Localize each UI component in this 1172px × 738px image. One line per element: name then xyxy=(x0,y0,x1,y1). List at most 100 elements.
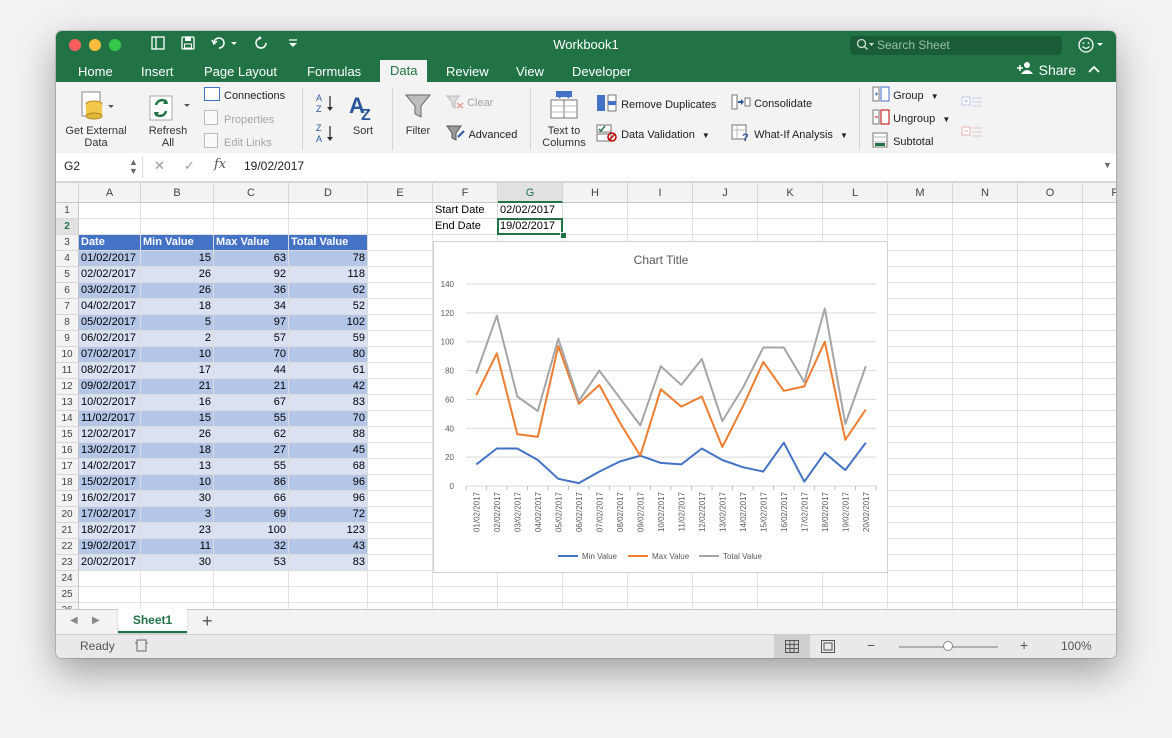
table-cell[interactable]: 42 xyxy=(289,379,368,395)
row-header-16[interactable]: 16 xyxy=(56,443,79,459)
column-header-i[interactable]: I xyxy=(628,183,693,203)
row-header-3[interactable]: 3 xyxy=(56,235,79,251)
table-cell[interactable]: 68 xyxy=(289,459,368,475)
table-cell[interactable]: 15 xyxy=(141,411,214,427)
refresh-all-icon[interactable] xyxy=(148,90,190,129)
table-cell[interactable]: 59 xyxy=(289,331,368,347)
tab-home[interactable]: Home xyxy=(78,62,113,82)
tab-page-layout[interactable]: Page Layout xyxy=(204,62,277,82)
row-header-1[interactable]: 1 xyxy=(56,203,79,219)
select-all-corner[interactable] xyxy=(56,183,79,203)
table-cell[interactable]: 67 xyxy=(214,395,289,411)
connections-button[interactable]: Connections xyxy=(204,87,285,103)
column-header-n[interactable]: N xyxy=(953,183,1018,203)
refresh-all-button[interactable]: Refresh All xyxy=(140,125,196,149)
table-cell[interactable]: 3 xyxy=(141,507,214,523)
table-cell[interactable]: 17/02/2017 xyxy=(79,507,141,523)
table-cell[interactable]: 14/02/2017 xyxy=(79,459,141,475)
table-cell[interactable]: 15/02/2017 xyxy=(79,475,141,491)
table-cell[interactable]: 12/02/2017 xyxy=(79,427,141,443)
sort-za-icon[interactable]: ZA xyxy=(316,122,336,149)
column-header-f[interactable]: F xyxy=(433,183,498,203)
table-cell[interactable]: 15 xyxy=(141,251,214,267)
next-sheet-icon[interactable]: ▶ xyxy=(92,615,100,626)
table-cell[interactable]: 96 xyxy=(289,475,368,491)
table-header-cell[interactable]: Total Value xyxy=(289,235,368,251)
table-cell[interactable]: 18 xyxy=(141,443,214,459)
table-cell[interactable]: 83 xyxy=(289,395,368,411)
row-header-8[interactable]: 8 xyxy=(56,315,79,331)
get-external-data-icon[interactable] xyxy=(78,88,114,129)
tab-insert[interactable]: Insert xyxy=(141,62,174,82)
table-cell[interactable]: 55 xyxy=(214,459,289,475)
column-header-d[interactable]: D xyxy=(289,183,368,203)
text-to-columns-icon[interactable] xyxy=(549,90,579,125)
row-header-23[interactable]: 23 xyxy=(56,555,79,571)
table-cell[interactable]: 17 xyxy=(141,363,214,379)
table-cell[interactable]: 70 xyxy=(214,347,289,363)
table-cell[interactable]: 11/02/2017 xyxy=(79,411,141,427)
row-header-15[interactable]: 15 xyxy=(56,427,79,443)
table-cell[interactable]: 97 xyxy=(214,315,289,331)
table-cell[interactable]: 36 xyxy=(214,283,289,299)
table-cell[interactable]: 08/02/2017 xyxy=(79,363,141,379)
column-header-e[interactable]: E xyxy=(368,183,433,203)
table-cell[interactable]: 53 xyxy=(214,555,289,571)
end-date-label[interactable]: End Date xyxy=(433,219,498,235)
tab-developer[interactable]: Developer xyxy=(572,62,631,82)
table-cell[interactable]: 11 xyxy=(141,539,214,555)
row-header-25[interactable]: 25 xyxy=(56,587,79,603)
table-cell[interactable]: 10 xyxy=(141,347,214,363)
column-header-c[interactable]: C xyxy=(214,183,289,203)
end-date-value[interactable]: 19/02/2017 xyxy=(498,219,563,235)
table-cell[interactable]: 04/02/2017 xyxy=(79,299,141,315)
row-header-17[interactable]: 17 xyxy=(56,459,79,475)
add-sheet-icon[interactable]: + xyxy=(202,611,213,632)
subtotal-button[interactable]: Subtotal xyxy=(872,132,933,149)
line-chart[interactable]: Chart Title 0 20 40 60 80 100 120 140 01/02/2017 0… xyxy=(433,241,888,573)
table-cell[interactable]: 13/02/2017 xyxy=(79,443,141,459)
column-header-o[interactable]: O xyxy=(1018,183,1083,203)
confirm-entry-icon[interactable]: ✓ xyxy=(184,158,195,174)
advanced-filter-button[interactable]: Advanced xyxy=(446,125,517,142)
row-header-11[interactable]: 11 xyxy=(56,363,79,379)
table-cell[interactable]: 21 xyxy=(214,379,289,395)
column-header-g[interactable]: G xyxy=(498,183,563,203)
expand-formula-bar-icon[interactable]: ▼ xyxy=(1103,160,1112,170)
column-header-a[interactable]: A xyxy=(79,183,141,203)
column-header-p[interactable]: P xyxy=(1083,183,1116,203)
table-cell[interactable]: 02/02/2017 xyxy=(79,267,141,283)
properties-button[interactable]: Properties xyxy=(204,110,274,127)
table-cell[interactable]: 30 xyxy=(141,491,214,507)
table-cell[interactable]: 62 xyxy=(214,427,289,443)
filter-icon[interactable] xyxy=(404,92,432,125)
table-cell[interactable]: 10 xyxy=(141,475,214,491)
table-cell[interactable]: 23 xyxy=(141,523,214,539)
hide-detail-icon[interactable] xyxy=(961,125,983,146)
remove-duplicates-button[interactable]: Remove Duplicates xyxy=(596,94,716,112)
table-cell[interactable]: 45 xyxy=(289,443,368,459)
table-cell[interactable]: 26 xyxy=(141,267,214,283)
table-cell[interactable]: 62 xyxy=(289,283,368,299)
sheet-tab-sheet1[interactable]: Sheet1 xyxy=(118,609,187,633)
table-cell[interactable]: 100 xyxy=(214,523,289,539)
row-header-9[interactable]: 9 xyxy=(56,331,79,347)
column-header-l[interactable]: L xyxy=(823,183,888,203)
table-cell[interactable]: 55 xyxy=(214,411,289,427)
table-cell[interactable]: 03/02/2017 xyxy=(79,283,141,299)
filter-button[interactable]: Filter xyxy=(396,125,440,137)
table-cell[interactable]: 69 xyxy=(214,507,289,523)
formula-input[interactable]: 19/02/2017 xyxy=(244,159,304,173)
zoom-out-icon[interactable]: − xyxy=(867,637,875,653)
table-cell[interactable]: 57 xyxy=(214,331,289,347)
table-cell[interactable]: 13 xyxy=(141,459,214,475)
table-cell[interactable]: 26 xyxy=(141,283,214,299)
collapse-ribbon-icon[interactable] xyxy=(1088,61,1100,77)
table-cell[interactable]: 27 xyxy=(214,443,289,459)
tab-review[interactable]: Review xyxy=(446,62,489,82)
table-cell[interactable]: 52 xyxy=(289,299,368,315)
row-header-22[interactable]: 22 xyxy=(56,539,79,555)
table-cell[interactable]: 80 xyxy=(289,347,368,363)
table-cell[interactable]: 78 xyxy=(289,251,368,267)
table-cell[interactable]: 83 xyxy=(289,555,368,571)
